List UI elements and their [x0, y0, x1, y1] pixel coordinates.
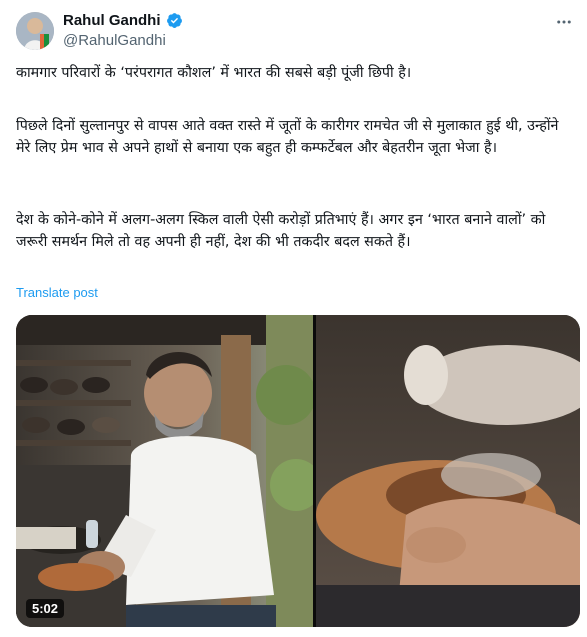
translate-post-link[interactable]: Translate post	[16, 285, 98, 300]
video-frame-left	[16, 315, 313, 627]
tweet-post: Rahul Gandhi @RahulGandhi कामगार परिवारो…	[0, 0, 587, 637]
video-duration: 5:02	[26, 599, 65, 618]
verified-badge-icon	[166, 12, 183, 29]
author-handle[interactable]: @RahulGandhi	[63, 32, 166, 49]
video-player[interactable]: 5:02	[16, 315, 580, 627]
post-text-paragraph-2: पिछले दिनों सुल्तानपुर से वापस आते वक्त …	[16, 118, 559, 156]
more-horizontal-icon[interactable]	[552, 10, 576, 34]
author-row: Rahul Gandhi	[63, 12, 183, 29]
post-text-paragraph-1: कामगार परिवारों के ‘परंपरागत कौशल’ में भ…	[16, 65, 412, 81]
video-frame-right	[316, 315, 580, 627]
author-name[interactable]: Rahul Gandhi	[63, 12, 161, 29]
avatar-image	[16, 12, 54, 50]
avatar[interactable]	[16, 12, 54, 50]
post-text-paragraph-3: देश के कोने-कोने में अलग-अलग स्किल वाली …	[16, 212, 546, 250]
